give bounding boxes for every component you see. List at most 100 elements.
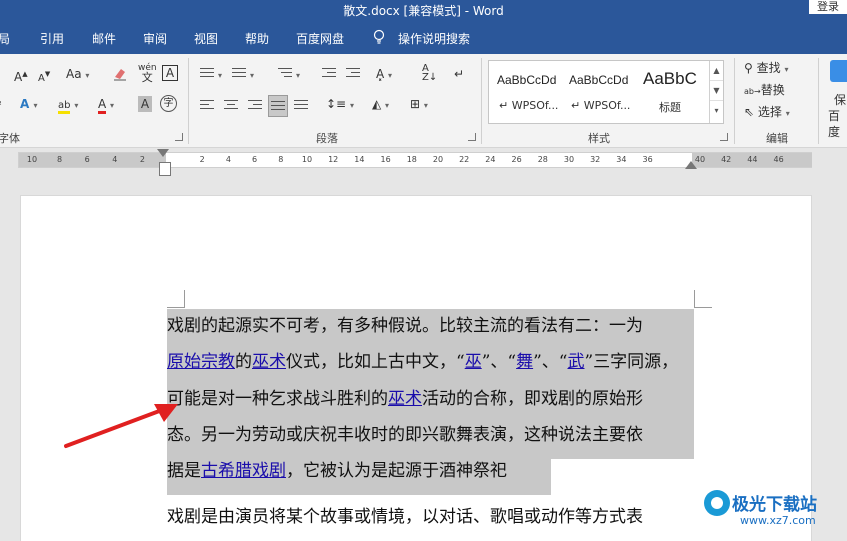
gallery-scroll[interactable]: ▲ ▼ ▾ xyxy=(709,61,723,123)
character-shading-button[interactable]: A xyxy=(138,96,152,112)
paragraph-line[interactable]: 原始宗教的巫术仪式，比如上古中文，“巫”、“舞”、“武”三字同源， xyxy=(167,350,678,374)
select-button[interactable]: ⇖ 选择 ▾ xyxy=(744,104,790,122)
ribbon-tabs: 局 引用 邮件 审阅 视图 帮助 百度网盘 操作说明搜索 xyxy=(0,22,847,54)
ribbon: ▾ A▲ A▼ Aa ▾ wén文 A ² A ▾ ab ▾ A ▾ A 字 字… xyxy=(0,54,847,148)
paragraph-line[interactable]: 态。另一为劳动或庆祝丰收时的即兴歌舞表演，这种说法主要依 xyxy=(167,423,643,447)
search-icon: ⚲ xyxy=(744,61,753,75)
numbering-icon[interactable] xyxy=(232,68,246,80)
asian-layout-button[interactable]: A͓ ▾ xyxy=(376,66,392,84)
superscript-button[interactable]: ² xyxy=(0,98,2,114)
decrease-indent-icon[interactable] xyxy=(322,68,336,80)
baidu-save-icon[interactable] xyxy=(830,60,847,82)
font-dialog-launcher[interactable] xyxy=(175,133,183,141)
style-normal[interactable]: AaBbCcDd ↵ WPSOf... xyxy=(489,61,561,123)
paragraph-line[interactable]: 可能是对一种乞求战斗胜利的巫术活动的合称，即戏剧的原始形 xyxy=(167,387,643,411)
multilevel-list-icon[interactable] xyxy=(278,68,292,80)
find-button[interactable]: ⚲ 查找 ▾ xyxy=(744,60,788,78)
hyperlink[interactable]: 原始宗教 xyxy=(167,352,235,372)
baidu-label: 百度 xyxy=(828,109,841,139)
distributed-icon[interactable] xyxy=(294,100,308,112)
ruler-number: 34 xyxy=(616,155,627,164)
window-title: 散文.docx [兼容模式] - Word xyxy=(343,4,504,18)
tab-baidu-netdisk[interactable]: 百度网盘 xyxy=(296,30,344,47)
document-page[interactable]: 戏剧的起源实不可考，有多种假说。比较主流的看法有二：一为 原始宗教的巫术仪式，比… xyxy=(20,195,812,541)
ruler-number: 12 xyxy=(328,155,339,164)
watermark-logo-icon xyxy=(704,490,730,516)
character-border-button[interactable]: A xyxy=(162,65,178,81)
hyperlink[interactable]: 巫术 xyxy=(252,352,286,372)
styles-gallery: AaBbCcDd ↵ WPSOf... AaBbCcDd ↵ WPSOf... … xyxy=(488,60,724,124)
paragraph-dialog-launcher[interactable] xyxy=(468,133,476,141)
left-indent-marker[interactable] xyxy=(159,162,171,176)
ruler-number: 18 xyxy=(406,155,417,164)
change-case-button[interactable]: Aa ▾ xyxy=(66,66,89,84)
paragraph-line[interactable]: 戏剧的起源实不可考，有多种假说。比较主流的看法有二：一为 xyxy=(167,314,643,338)
cursor-icon: ⇖ xyxy=(744,105,755,119)
phonetic-guide-button[interactable]: wén 文 xyxy=(138,64,157,84)
scroll-down-icon[interactable]: ▼ xyxy=(710,81,723,101)
ruler-number: 4 xyxy=(112,155,118,164)
justify-icon[interactable] xyxy=(271,101,285,113)
scroll-up-icon[interactable]: ▲ xyxy=(710,61,723,81)
font-color-button[interactable]: A ▾ xyxy=(98,96,114,114)
styles-dialog-launcher[interactable] xyxy=(720,133,728,141)
tab-mailings[interactable]: 邮件 xyxy=(92,30,116,47)
hyperlink[interactable]: 武 xyxy=(567,352,584,372)
shading-button[interactable]: ◭ ▾ xyxy=(372,96,389,114)
style-no-spacing[interactable]: AaBbCcDd ↵ WPSOf... xyxy=(561,61,633,123)
align-right-icon[interactable] xyxy=(248,100,262,112)
paragraph-line[interactable]: 戏剧是由演员将某个故事或情境，以对话、歌唱或动作等方式表 xyxy=(167,505,643,529)
clear-formatting-icon[interactable] xyxy=(112,66,128,82)
hyperlink[interactable]: 巫术 xyxy=(388,389,422,409)
bullets-icon[interactable] xyxy=(200,68,214,80)
increase-indent-icon[interactable] xyxy=(346,68,360,80)
show-marks-icon[interactable]: ↵ xyxy=(454,66,464,82)
watermark-url: www.xz7.com xyxy=(740,514,816,527)
hyperlink[interactable]: 巫 xyxy=(465,352,482,372)
borders-button[interactable]: ⊞ ▾ xyxy=(410,96,428,114)
align-left-icon[interactable] xyxy=(200,100,214,112)
style-heading[interactable]: AaBbC 标题 xyxy=(633,61,705,123)
group-separator xyxy=(818,58,819,144)
right-indent-marker[interactable] xyxy=(685,161,697,169)
hyperlink[interactable]: 古希腊戏剧 xyxy=(201,461,286,481)
lightbulb-icon xyxy=(373,29,385,44)
tell-me-search[interactable]: 操作说明搜索 xyxy=(398,30,470,47)
tab-view[interactable]: 视图 xyxy=(194,30,218,47)
more-styles-icon[interactable]: ▾ xyxy=(710,101,723,121)
ruler-number: 44 xyxy=(747,155,758,164)
crop-mark-top-right xyxy=(694,290,712,308)
tab-references[interactable]: 引用 xyxy=(40,30,64,47)
paragraph-line[interactable]: 据是古希腊戏剧，它被认为是起源于酒神祭祀 xyxy=(167,459,507,483)
ruler-number: 42 xyxy=(721,155,732,164)
line-spacing-button[interactable]: ↕≡ ▾ xyxy=(326,96,354,114)
tab-help[interactable]: 帮助 xyxy=(245,30,269,47)
tab-review[interactable]: 审阅 xyxy=(143,30,167,47)
replace-button[interactable]: ab→替换 xyxy=(744,82,785,100)
red-arrow-annotation xyxy=(64,404,178,448)
enclose-characters-button[interactable]: 字 xyxy=(160,95,177,112)
ruler-number: 16 xyxy=(380,155,391,164)
baidu-save-label: 保 xyxy=(834,93,847,107)
first-line-indent-marker[interactable] xyxy=(157,149,169,157)
numbering-dropdown[interactable]: ▾ xyxy=(250,68,254,84)
ruler-number: 8 xyxy=(57,155,63,164)
font-group-label: 字体 xyxy=(0,132,20,145)
multilevel-dropdown[interactable]: ▾ xyxy=(296,68,300,84)
grow-font-button[interactable]: A▲ xyxy=(14,66,28,85)
shrink-font-button[interactable]: A▼ xyxy=(38,66,50,87)
text-effects-button[interactable]: A ▾ xyxy=(20,96,37,114)
hyperlink[interactable]: 舞 xyxy=(516,352,533,372)
highlight-button[interactable]: ab ▾ xyxy=(58,96,78,114)
ruler-number: 8 xyxy=(278,155,284,164)
sort-icon[interactable]: A Z↓ xyxy=(422,64,437,83)
paragraph-group-label: 段落 xyxy=(316,132,338,145)
bullets-dropdown[interactable]: ▾ xyxy=(218,68,222,84)
ruler-number: 46 xyxy=(773,155,784,164)
login-button[interactable]: 登录 xyxy=(809,0,847,14)
align-center-icon[interactable] xyxy=(224,100,238,112)
ruler-number: 10 xyxy=(26,155,38,164)
tab-layout[interactable]: 局 xyxy=(0,30,10,47)
style-name: ↵ WPSOf... xyxy=(499,99,559,112)
word-window: 散文.docx [兼容模式] - Word 登录 局 引用 邮件 审阅 视图 帮… xyxy=(0,0,847,541)
